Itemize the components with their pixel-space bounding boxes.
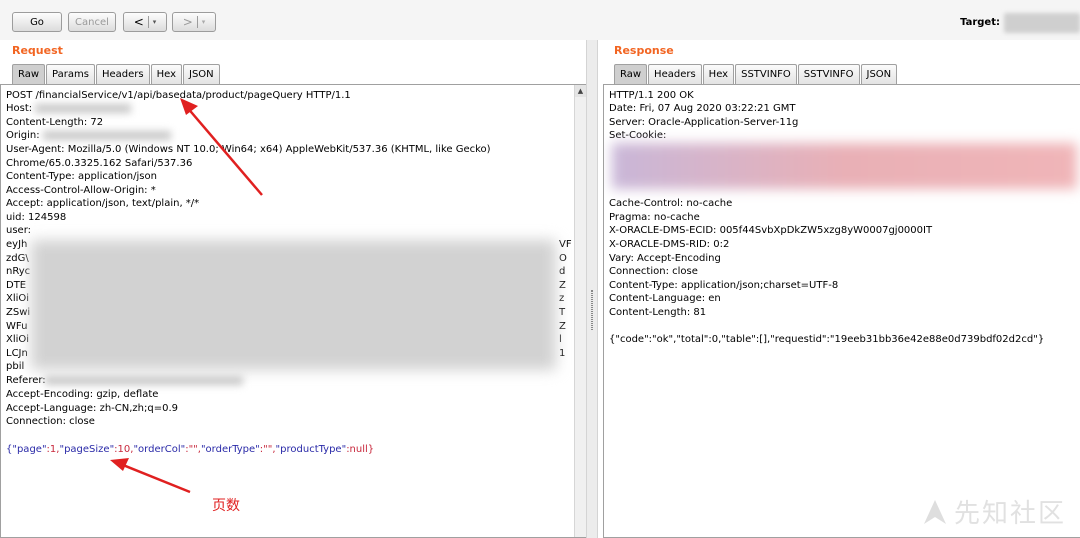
arrow-to-url-icon [180,98,263,196]
annotation-arrows [110,98,263,494]
arrow-to-pagesize-icon [110,458,191,494]
annotation-label: 页数 [212,498,240,514]
watermark-logo-icon [923,499,946,524]
watermark: 先知社区 [922,493,1066,530]
watermark-text: 先知社区 [953,499,1066,529]
